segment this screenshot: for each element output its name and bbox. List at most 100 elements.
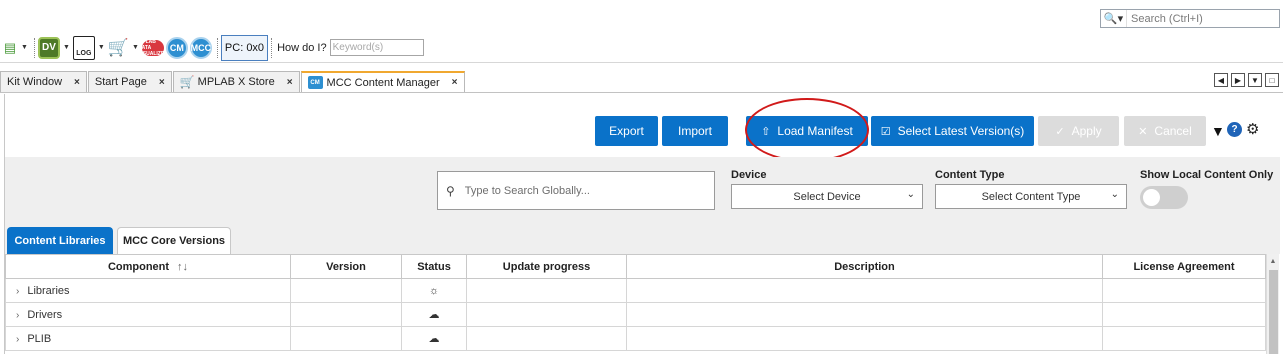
mcc-icon: MCC (189, 36, 212, 59)
device-select[interactable]: Select Device ⌄ (731, 184, 923, 209)
log-icon: LOG (72, 35, 95, 60)
filter-bar: ⚲ Type to Search Globally... Device Sele… (5, 157, 1280, 221)
import-button[interactable]: Import (662, 116, 728, 146)
progress-cell (466, 302, 627, 327)
component-name: PLIB (27, 332, 52, 345)
scroll-right-icon[interactable]: ▶ (1231, 73, 1245, 87)
select-latest-label: Select Latest Version(s) (897, 124, 1025, 138)
help-icon[interactable]: ? (1227, 122, 1242, 137)
maximize-icon[interactable]: □ (1265, 73, 1279, 87)
ide-search-placeholder: Search (Ctrl+I) (1131, 12, 1203, 25)
license-cell (1102, 302, 1266, 327)
checkbox-icon: ☑ (880, 125, 891, 138)
column-header-status[interactable]: Status (401, 254, 467, 279)
table-header-row: Component ↑↓ Version Status Update progre… (5, 254, 1266, 279)
close-icon[interactable]: × (159, 77, 165, 88)
column-header-version[interactable]: Version (290, 254, 402, 279)
device-label: Device (731, 169, 767, 181)
apply-button[interactable]: ✓ Apply (1038, 116, 1119, 146)
run-project-icon[interactable]: ▤ (0, 38, 20, 58)
tab-label: Start Page (94, 76, 147, 88)
close-icon[interactable]: × (74, 77, 80, 88)
cm-icon: CM (165, 36, 188, 59)
tab-label: MPLAB X Store (197, 76, 275, 88)
version-cell (290, 302, 402, 327)
tab-label: Content Libraries (14, 235, 106, 247)
sort-icon[interactable]: ↑↓ (177, 261, 188, 273)
cloud-icon: ☁ (401, 326, 467, 351)
cancel-label: Cancel (1154, 124, 1192, 138)
scroll-up-icon[interactable]: ▲ (1267, 258, 1279, 265)
component-header-label: Component (107, 260, 170, 273)
cm-icon: CM (307, 76, 323, 89)
tab-label: MCC Content Manager (326, 76, 440, 89)
table-row[interactable]: › PLIB ☁ (5, 326, 1266, 351)
tab-content-libraries[interactable]: Content Libraries (7, 227, 113, 254)
content-manager-button[interactable]: CM (165, 36, 188, 59)
window-controls: ◀ ▶ ▼ □ (1214, 73, 1279, 87)
progress-cell (466, 278, 627, 303)
mcc-button[interactable]: MCC (189, 36, 212, 59)
tab-mcc-core-versions[interactable]: MCC Core Versions (117, 227, 231, 254)
close-icon[interactable]: × (452, 77, 458, 88)
global-search-placeholder: Type to Search Globally... (464, 184, 590, 197)
tab-list-dropdown-icon[interactable]: ▼ (1248, 73, 1262, 87)
store-cart-icon[interactable]: 🛒 (108, 37, 129, 59)
search-icon[interactable]: 🔍▾ (1101, 10, 1127, 27)
column-header-component[interactable]: Component ↑↓ (5, 254, 291, 279)
log-dropdown-icon[interactable]: ▼ (98, 44, 105, 51)
license-cell (1102, 278, 1266, 303)
run-dropdown-icon[interactable]: ▼ (21, 44, 28, 51)
column-header-update-progress[interactable]: Update progress (466, 254, 627, 279)
content-sub-tabs: Content Libraries MCC Core Versions (5, 221, 1280, 254)
dv-dropdown-icon[interactable]: ▼ (63, 44, 70, 51)
chevron-right-icon[interactable]: › (16, 334, 19, 345)
gear-icon[interactable]: ⚙ (1246, 120, 1259, 138)
data-visualizer-icon: DV (37, 36, 60, 59)
ide-search-box[interactable]: 🔍▾ Search (Ctrl+I) (1100, 9, 1280, 28)
chevron-right-icon[interactable]: › (16, 310, 19, 321)
toggle-knob (1143, 189, 1160, 206)
select-latest-versions-button[interactable]: ☑ Select Latest Version(s) (871, 116, 1034, 146)
close-icon: ✕ (1138, 125, 1148, 138)
tab-start-page[interactable]: Start Page × (87, 71, 172, 92)
toolbar-separator (216, 37, 218, 58)
scrollbar-thumb[interactable] (1269, 270, 1278, 354)
tab-mplab-x-store[interactable]: 🛒 MPLAB X Store × (172, 71, 300, 92)
vertical-scrollbar[interactable]: ▲ (1266, 254, 1279, 354)
show-local-toggle[interactable] (1140, 186, 1188, 209)
filter-icon[interactable]: ▼ (1211, 123, 1225, 139)
log-button[interactable]: LOG (72, 35, 95, 60)
cancel-button[interactable]: ✕ Cancel (1124, 116, 1206, 146)
plot-icon: MPLAB DATA VISUALIZER (138, 38, 168, 57)
column-header-description[interactable]: Description (626, 254, 1103, 279)
toolbar-separator (271, 37, 273, 58)
pc-counter: PC: 0x0 (220, 34, 269, 61)
tab-label: MCC Core Versions (122, 235, 226, 247)
scroll-left-icon[interactable]: ◀ (1214, 73, 1228, 87)
license-cell (1102, 326, 1266, 351)
description-cell (626, 302, 1103, 327)
column-header-license[interactable]: License Agreement (1102, 254, 1266, 279)
content-type-select[interactable]: Select Content Type ⌄ (935, 184, 1127, 209)
import-label: Import (677, 124, 712, 138)
red-annotation-circle (745, 98, 869, 162)
table-row[interactable]: › Libraries ☼ (5, 278, 1266, 303)
components-table: Component ↑↓ Version Status Update progre… (5, 254, 1280, 354)
description-cell (626, 326, 1103, 351)
data-visualizer-plot-button[interactable]: MPLAB DATA VISUALIZER (138, 37, 168, 59)
check-icon: ✓ (1055, 125, 1065, 138)
content-type-label: Content Type (935, 169, 1005, 181)
export-button[interactable]: Export (595, 116, 658, 146)
content-type-select-value: Select Content Type (981, 190, 1081, 203)
keyword-input[interactable]: Keyword(s) (329, 39, 424, 56)
close-icon[interactable]: × (287, 77, 293, 88)
chevron-right-icon[interactable]: › (16, 286, 19, 297)
tab-kit-window[interactable]: Kit Window × (0, 71, 87, 92)
table-row[interactable]: › Drivers ☁ (5, 302, 1266, 327)
data-visualizer-button[interactable]: DV (37, 36, 60, 59)
description-cell (626, 278, 1103, 303)
tab-mcc-content-manager[interactable]: CM MCC Content Manager × (300, 71, 465, 92)
content-manager-panel: Export Import ⇧ Load Manifest ☑ Select L… (4, 94, 1280, 354)
global-search-input[interactable]: ⚲ Type to Search Globally... (437, 171, 715, 210)
